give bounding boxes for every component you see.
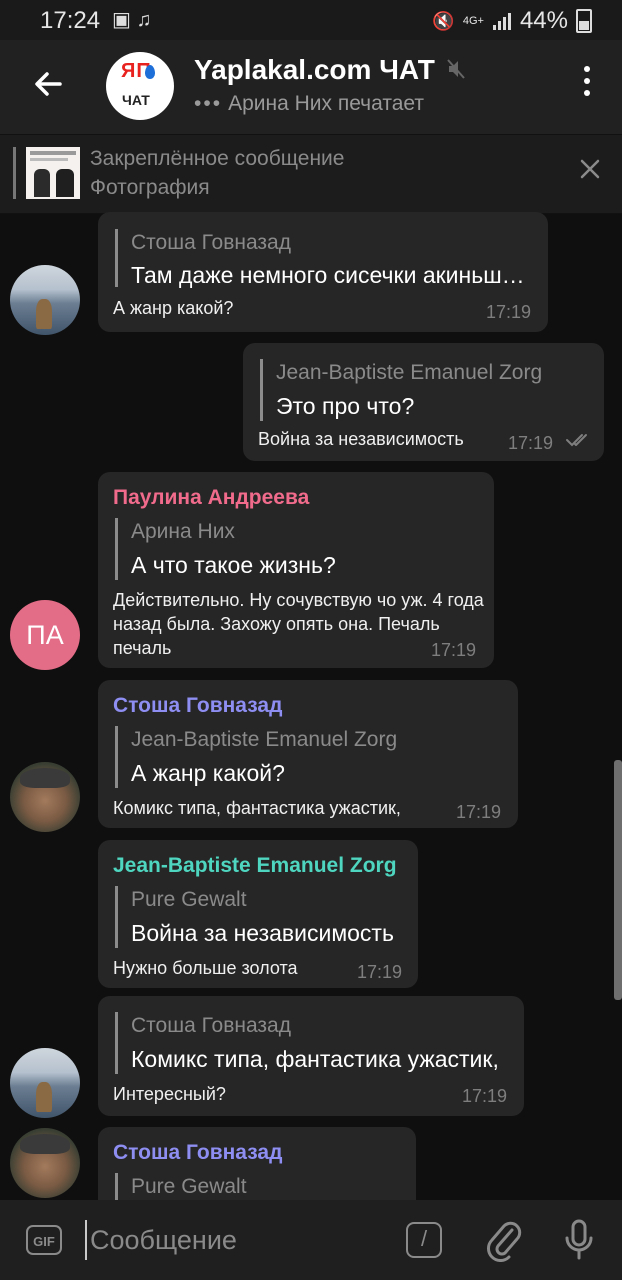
message-time: 17:19 — [462, 1086, 508, 1106]
message-bubble[interactable]: Стоша Говназад Jean-Baptiste Emanuel Zor… — [98, 680, 518, 828]
avatar[interactable] — [10, 1048, 80, 1118]
reply-bar — [115, 886, 118, 948]
avatar[interactable]: ПА — [10, 600, 80, 670]
microphone-icon[interactable] — [562, 1218, 596, 1262]
chat-avatar[interactable]: ЯП ЧАТ — [106, 52, 174, 120]
scrollbar-thumb[interactable] — [614, 760, 622, 1000]
reply-author: Pure Gewalt — [131, 888, 247, 911]
avatar[interactable] — [10, 265, 80, 335]
reply-author: Jean-Baptiste Emanuel Zorg — [276, 361, 543, 384]
pinned-thumbnail — [26, 147, 80, 199]
reply-bar — [115, 518, 118, 580]
avatar[interactable] — [10, 1128, 80, 1198]
close-icon[interactable] — [578, 157, 602, 187]
message-time: 17:19 — [357, 962, 403, 982]
message-bubble[interactable]: Стоша Говназад Комикс типа, фантастика у… — [98, 996, 524, 1116]
muted-icon — [446, 58, 466, 86]
mute-status-icon: 🔇 — [432, 10, 455, 31]
message-time: 17:19 — [431, 640, 477, 660]
message-input-bar: GIF / — [0, 1200, 622, 1280]
notification-icons: ▣ ♫ — [112, 9, 152, 31]
reply-author: Стоша Говназад — [131, 231, 291, 254]
logo-bottom-text: ЧАТ — [122, 92, 150, 108]
reply-bar — [260, 359, 263, 421]
reply-text: А жанр какой? — [131, 760, 285, 786]
message-time: 17:19 — [508, 433, 554, 453]
signal-icon — [492, 13, 511, 30]
reply-author: Арина Них — [131, 520, 235, 543]
message-text: Комикс типа, фантастика ужастик, — [113, 798, 401, 818]
message-text: Интересный? — [113, 1084, 226, 1104]
reply-bar — [115, 229, 118, 287]
message-bubble[interactable]: Паулина Андреева Арина Них А что такое ж… — [98, 472, 494, 668]
message-text: А жанр какой? — [113, 298, 234, 318]
pinned-indicator — [13, 147, 16, 199]
reply-text: А что такое жизнь? — [131, 552, 336, 578]
chat-header: ЯП ЧАТ Yaplakal.com ЧАТ ••• Арина Них печ… — [0, 40, 622, 134]
gif-icon[interactable]: GIF — [26, 1225, 62, 1255]
reply-author: Pure Gewalt — [131, 1175, 247, 1198]
message-text: Нужно больше золота — [113, 958, 298, 978]
network-label: 4G+ — [462, 15, 484, 27]
more-menu-icon[interactable] — [584, 66, 592, 102]
battery-percent: 44% — [519, 7, 568, 34]
message-time: 17:19 — [456, 802, 502, 822]
pinned-message-bar[interactable]: Закреплённое сообщение Фотография — [0, 134, 622, 214]
sender-name[interactable]: Jean-Baptiste Emanuel Zorg — [113, 854, 397, 878]
message-bubble[interactable]: Стоша Говназад Там даже немного сисечки … — [98, 212, 548, 332]
attach-paperclip-icon[interactable] — [484, 1218, 524, 1262]
reply-author: Jean-Baptiste Emanuel Zorg — [131, 728, 398, 751]
reply-text: Там даже немного сисечки акиньш… — [131, 262, 525, 288]
sender-name[interactable]: Стоша Говназад — [113, 694, 282, 718]
message-text: Война за независимость — [258, 429, 464, 449]
sender-name[interactable]: Стоша Говназад — [113, 1141, 282, 1165]
message-bubble-outgoing[interactable]: Jean-Baptiste Emanuel Zorg Это про что? … — [243, 343, 604, 461]
pinned-value: Фотография — [90, 176, 210, 199]
status-time: 17:24 — [40, 7, 101, 34]
status-bar: 17:24 ▣ ♫ 🔇 4G+ 44% — [0, 0, 622, 40]
avatar[interactable] — [10, 762, 80, 832]
sender-name[interactable]: Паулина Андреева — [113, 486, 309, 510]
message-input[interactable] — [90, 1219, 390, 1261]
text-caret — [85, 1220, 87, 1260]
typing-dots-icon: ••• — [194, 92, 223, 115]
chat-title[interactable]: Yaplakal.com ЧАТ — [194, 54, 435, 86]
reply-bar — [115, 726, 118, 788]
message-text: Действительно. Ну сочувствую чо уж. 4 го… — [113, 590, 484, 658]
read-checkmarks-icon — [565, 431, 593, 454]
status-right: 🔇 4G+ 44% — [432, 7, 592, 35]
reply-bar — [115, 1012, 118, 1074]
typing-status: ••• Арина Них печатает — [194, 92, 424, 116]
reply-text: Комикс типа, фантастика ужастик, — [131, 1046, 499, 1072]
battery-icon — [576, 9, 592, 33]
typing-text: Арина Них печатает — [228, 92, 424, 115]
reply-author: Стоша Говназад — [131, 1014, 291, 1037]
message-time: 17:19 — [486, 302, 532, 322]
reply-text: Война за независимость — [131, 920, 394, 946]
message-bubble[interactable]: Jean-Baptiste Emanuel Zorg Pure Gewalt В… — [98, 840, 418, 988]
reply-text: Это про что? — [276, 393, 415, 419]
pinned-label: Закреплённое сообщение — [90, 147, 345, 170]
logo-drop-icon — [145, 65, 155, 79]
bot-command-icon[interactable]: / — [406, 1222, 442, 1258]
back-arrow-icon[interactable] — [28, 64, 68, 104]
